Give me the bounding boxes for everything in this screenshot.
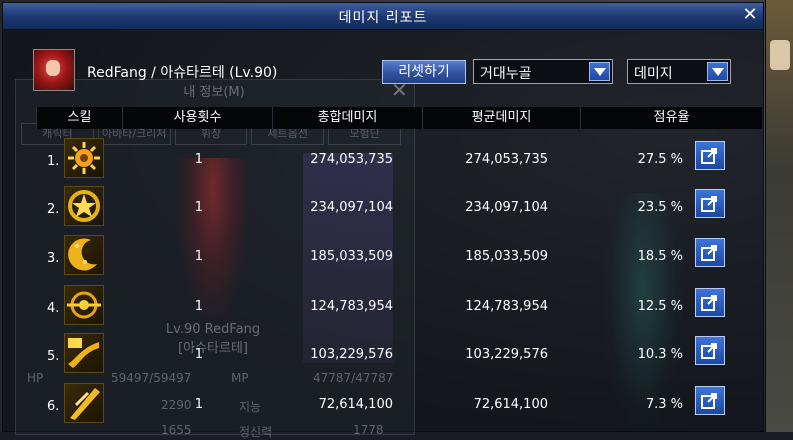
window-title: 데미지 리포트 [338, 10, 428, 26]
table-row: 2. 1 234,097,104 234,097,104 23.5 % [3, 186, 763, 235]
row-average-damage: 185,033,509 [465, 249, 548, 264]
row-total-damage: 72,614,100 [318, 397, 393, 412]
row-total-damage: 274,053,735 [310, 152, 393, 167]
row-uses: 1 [194, 200, 203, 215]
row-rank: 3. [47, 251, 60, 266]
target-dropdown-value: 거대누골 [480, 66, 532, 82]
row-total-damage: 185,033,509 [310, 249, 393, 264]
row-average-damage: 274,053,735 [465, 152, 548, 167]
player-name: RedFang / 아슈타르테 (Lv.90) [87, 65, 278, 81]
damage-report-window: 내 정보(M) ✕ 캐릭터 아바타/크리처 휘장 세트옵션 모험단 Lv.90 … [2, 2, 764, 439]
background-strip [765, 0, 793, 432]
chevron-down-icon[interactable] [707, 62, 728, 81]
column-header-total: 총합데미지 [272, 107, 422, 129]
share-icon[interactable] [695, 336, 725, 365]
row-average-damage: 103,229,576 [465, 347, 548, 362]
table-header: 스킬 사용횟수 총합데미지 평균데미지 점유율 [36, 107, 762, 129]
row-share: 7.3 % [645, 397, 683, 412]
row-average-damage: 234,097,104 [465, 200, 548, 215]
column-header-share: 점유율 [580, 107, 762, 129]
orb-skill-icon [64, 285, 104, 325]
wave-skill-icon [64, 333, 104, 373]
crescent-skill-icon [64, 235, 104, 275]
row-total-damage: 124,783,954 [310, 299, 393, 314]
column-header-average: 평균데미지 [422, 107, 580, 129]
metric-dropdown[interactable]: 데미지 [627, 59, 731, 84]
avatar [33, 49, 75, 91]
table-row: 1. 1 274,053,735 274,053,735 27.5 % [3, 138, 763, 187]
row-share: 12.5 % [637, 299, 683, 314]
row-average-damage: 124,783,954 [465, 299, 548, 314]
chevron-down-icon[interactable] [589, 62, 610, 81]
row-uses: 1 [194, 152, 203, 167]
table-row: 3. 1 185,033,509 185,033,509 18.5 % [3, 235, 763, 284]
row-rank: 6. [47, 399, 60, 414]
share-icon[interactable] [695, 189, 725, 218]
sun-skill-icon [64, 138, 104, 178]
metric-dropdown-value: 데미지 [634, 66, 673, 82]
table-row: 5. 1 103,229,576 103,229,576 10.3 % [3, 333, 763, 382]
star-skill-icon [64, 186, 104, 226]
share-icon[interactable] [695, 238, 725, 267]
row-rank: 1. [47, 154, 60, 169]
row-uses: 1 [194, 397, 203, 412]
row-rank: 5. [47, 349, 60, 364]
column-header-skill: 스킬 [36, 107, 122, 129]
reset-button[interactable]: 리셋하기 [382, 60, 466, 84]
npc-figure [770, 40, 790, 70]
share-icon[interactable] [695, 386, 725, 415]
share-icon[interactable] [695, 288, 725, 317]
row-uses: 1 [194, 347, 203, 362]
row-uses: 1 [194, 299, 203, 314]
row-rank: 4. [47, 301, 60, 316]
row-share: 18.5 % [637, 249, 683, 264]
close-icon[interactable]: ✕ [741, 6, 759, 24]
row-share: 10.3 % [637, 347, 683, 362]
column-header-uses: 사용횟수 [122, 107, 272, 129]
title-bar: 데미지 리포트 ✕ [3, 3, 763, 30]
target-dropdown[interactable]: 거대누골 [473, 59, 613, 84]
table-row: 4. 1 124,783,954 124,783,954 12.5 % [3, 285, 763, 334]
row-average-damage: 72,614,100 [473, 397, 548, 412]
row-uses: 1 [194, 249, 203, 264]
table-row: 6. 1 72,614,100 72,614,100 7.3 % [3, 383, 763, 432]
row-share: 23.5 % [637, 200, 683, 215]
slash-skill-icon [64, 383, 104, 423]
share-icon[interactable] [695, 141, 725, 170]
row-share: 27.5 % [637, 152, 683, 167]
row-total-damage: 234,097,104 [310, 200, 393, 215]
row-total-damage: 103,229,576 [310, 347, 393, 362]
row-rank: 2. [47, 202, 60, 217]
